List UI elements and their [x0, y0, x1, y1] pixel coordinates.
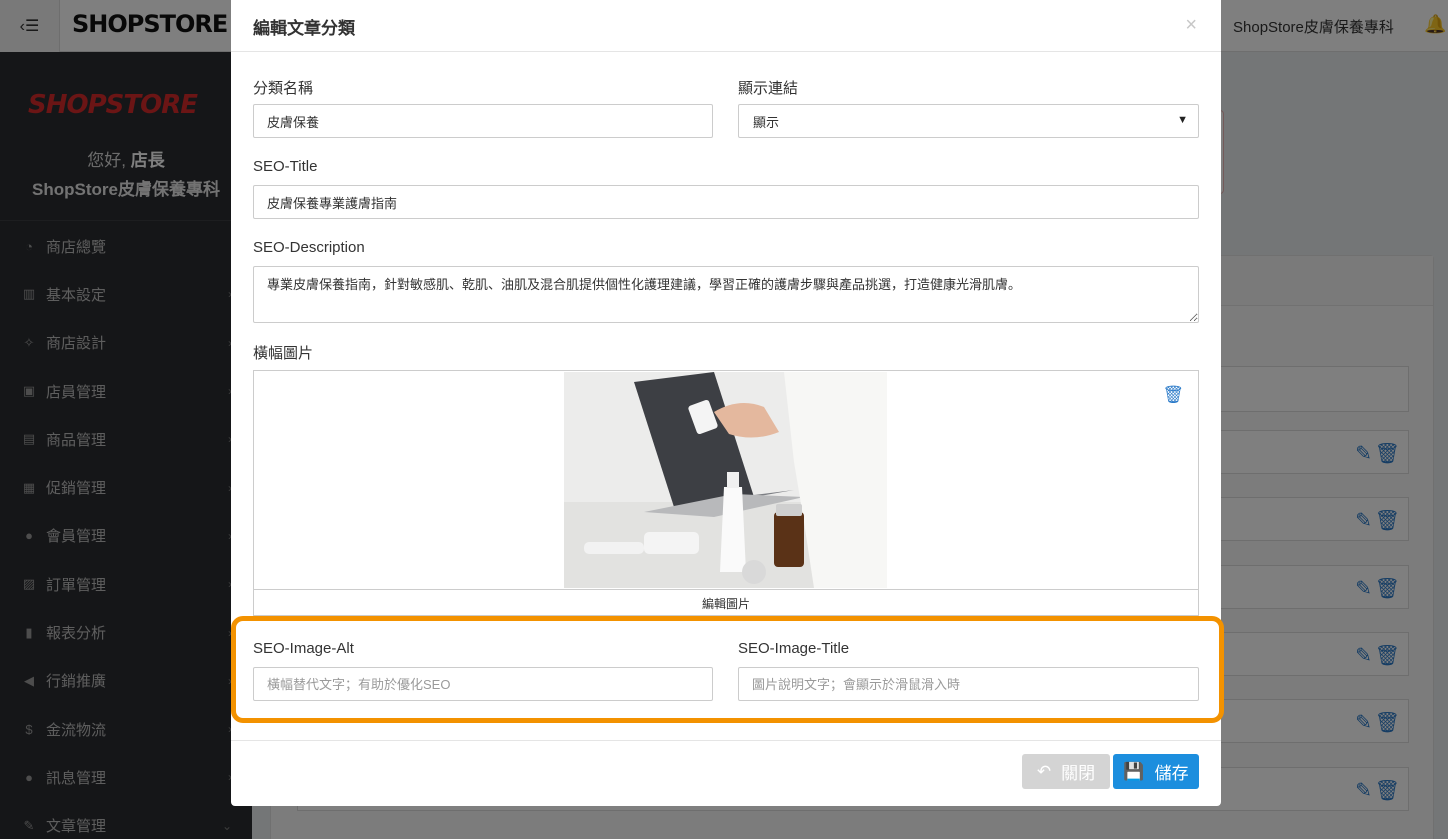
modal-footer: ↶ 關閉 💾 儲存 [231, 740, 1221, 806]
seo-title-label: SEO-Title [253, 158, 318, 175]
banner-image-box: 🗑 編輯圖片 [253, 370, 1199, 616]
highlight-box [231, 616, 1224, 723]
edit-image-button[interactable]: 編輯圖片 [254, 589, 1198, 617]
save-button[interactable]: 💾 儲存 [1113, 754, 1199, 789]
close-button-label: 關閉 [1061, 764, 1096, 783]
modal-title: 編輯文章分類 [253, 19, 355, 38]
modal-header: 編輯文章分類 × [231, 0, 1221, 52]
trash-icon[interactable]: 🗑 [1162, 385, 1184, 405]
undo-icon: ↶ [1036, 761, 1052, 781]
show-link-select[interactable]: 顯示 ▼ [738, 104, 1199, 138]
seo-description-textarea[interactable]: 專業皮膚保養指南，針對敏感肌、乾肌、油肌及混合肌提供個性化護理建議，學習正確的護… [253, 266, 1199, 323]
seo-description-label: SEO-Description [253, 239, 365, 256]
banner-image-label: 橫幅圖片 [253, 345, 314, 362]
floppy-disk-icon: 💾 [1123, 761, 1145, 781]
close-button[interactable]: ↶ 關閉 [1022, 754, 1110, 789]
category-name-input[interactable] [253, 104, 713, 138]
category-name-label: 分類名稱 [253, 80, 314, 97]
show-link-label: 顯示連結 [738, 80, 799, 97]
banner-image [564, 372, 887, 588]
show-link-selected: 顯示 [753, 114, 780, 130]
seo-title-input[interactable] [253, 185, 1199, 219]
close-icon[interactable]: × [1185, 14, 1197, 37]
chevron-down-icon: ▼ [1177, 114, 1188, 126]
save-button-label: 儲存 [1154, 764, 1189, 783]
